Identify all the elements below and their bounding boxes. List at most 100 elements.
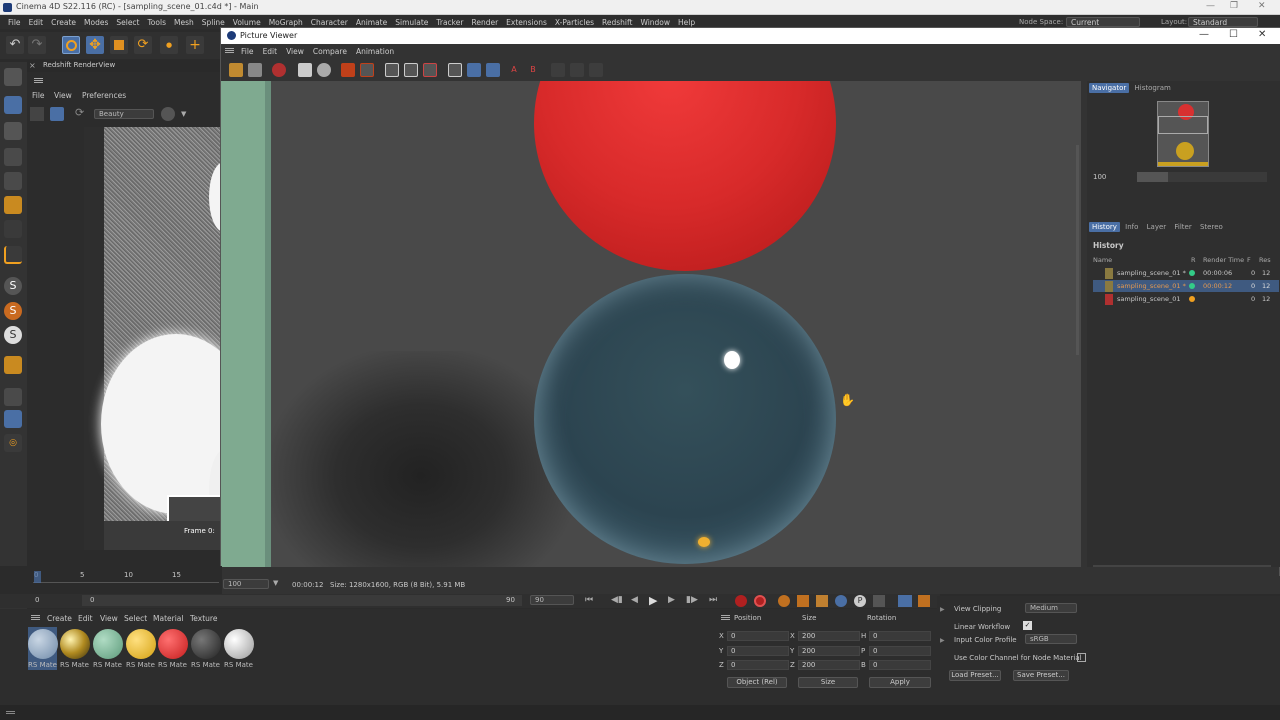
timeline-ruler[interactable]: 0 5 10 15 (0, 566, 222, 594)
pv-compare-b-icon[interactable] (404, 63, 418, 77)
key-position-icon[interactable] (797, 595, 809, 607)
scale-tool-icon[interactable] (110, 36, 128, 54)
minimize-icon[interactable]: — (1206, 1, 1215, 11)
rs-menu-view[interactable]: View (54, 91, 72, 100)
position-x-field[interactable]: 0 (727, 631, 789, 641)
object-mode-dropdown[interactable]: Object (Rel) (727, 677, 787, 688)
menu-mograph[interactable]: MoGraph (269, 18, 303, 27)
key-pla-icon[interactable] (873, 595, 885, 607)
snap-icon[interactable]: S (4, 277, 22, 295)
autokey-icon[interactable] (754, 595, 766, 607)
navigator-zoom-slider[interactable] (1137, 172, 1267, 182)
use-color-channel-checkbox[interactable] (1077, 653, 1086, 662)
menu-animate[interactable]: Animate (356, 18, 387, 27)
menu-character[interactable]: Character (311, 18, 348, 27)
pv-compare-swap-icon[interactable] (423, 63, 437, 77)
rs-dropdown-arrow-icon[interactable]: ▼ (181, 110, 186, 118)
polygons-mode-icon[interactable] (4, 196, 22, 214)
menu-modes[interactable]: Modes (84, 18, 108, 27)
expand-arrow-icon[interactable]: ▶ (940, 606, 945, 613)
coords-menu-icon[interactable] (721, 615, 730, 616)
material-swatch[interactable] (224, 629, 254, 659)
pv-scrollbar[interactable] (1076, 145, 1079, 355)
menu-help[interactable]: Help (678, 18, 695, 27)
rs-save-icon[interactable] (30, 107, 44, 121)
next-frame-icon[interactable]: ▶ (668, 595, 675, 605)
pv-menu-icon[interactable] (225, 48, 234, 49)
pv-show-b-icon[interactable]: B (526, 63, 540, 77)
panel-menu-icon[interactable] (34, 78, 43, 79)
menu-create[interactable]: Create (51, 18, 76, 27)
range-start-field[interactable]: 0 (90, 596, 94, 604)
position-y-field[interactable]: 0 (727, 646, 789, 656)
tab-stereo[interactable]: Stereo (1197, 222, 1226, 232)
linear-workflow-checkbox[interactable]: ✓ (1023, 621, 1032, 630)
menu-edit[interactable]: Edit (29, 18, 44, 27)
undo-icon[interactable]: ↶ (6, 36, 24, 54)
pv-save-icon[interactable] (248, 63, 262, 77)
input-color-profile-dropdown[interactable]: sRGB (1025, 634, 1077, 644)
timeline-window-icon[interactable] (898, 595, 912, 607)
rs-snapshot-icon[interactable] (161, 107, 175, 121)
pv-split-horizontal-icon[interactable] (486, 63, 500, 77)
pv-region-render-icon[interactable] (360, 63, 374, 77)
panel-close-icon[interactable]: × (29, 61, 36, 70)
pv-zoom-dropdown-icon[interactable]: ▼ (273, 579, 278, 587)
rs-refresh-icon[interactable]: ⟳ (75, 106, 84, 119)
playhead[interactable] (34, 571, 41, 583)
workplane-lock-icon[interactable] (4, 410, 22, 428)
col-render-time[interactable]: Render Time (1203, 256, 1244, 264)
navigator-zoom-value[interactable]: 100 (1093, 173, 1106, 181)
material-swatch[interactable] (60, 629, 90, 659)
tab-histogram[interactable]: Histogram (1132, 83, 1174, 93)
rs-render-icon[interactable] (50, 107, 64, 121)
history-row[interactable]: sampling_scene_01 * 00:00:06 0 12 (1093, 267, 1279, 279)
expand-arrow-icon[interactable]: ▶ (940, 637, 945, 644)
col-res[interactable]: Res (1259, 256, 1271, 264)
pv-compare-a-icon[interactable] (385, 63, 399, 77)
record-key-icon[interactable] (735, 595, 747, 607)
play-icon[interactable]: ▶ (649, 594, 657, 607)
keyframe-selection-icon[interactable] (778, 595, 790, 607)
pv-open-icon[interactable] (229, 63, 243, 77)
material-swatch[interactable] (93, 629, 123, 659)
next-key-icon[interactable]: ▮▶ (686, 595, 698, 605)
go-to-start-icon[interactable]: ⏮ (585, 595, 593, 605)
size-x-field[interactable]: 200 (798, 631, 860, 641)
save-preset-button[interactable]: Save Preset... (1013, 670, 1069, 681)
menu-tools[interactable]: Tools (148, 18, 166, 27)
material-swatch[interactable] (191, 629, 221, 659)
rotation-b-field[interactable]: 0 (869, 660, 931, 670)
col-r[interactable]: R (1191, 256, 1196, 264)
node-space-dropdown[interactable]: Current (Redshift) (1066, 17, 1140, 36)
add-tool-icon[interactable]: + (186, 36, 204, 54)
col-name[interactable]: Name (1093, 256, 1112, 264)
recent-tool-icon[interactable]: ● (160, 36, 178, 54)
history-row[interactable]: sampling_scene_01 0 12 (1093, 293, 1279, 305)
material-menu-icon[interactable] (31, 615, 40, 616)
history-row-selected[interactable]: sampling_scene_01 * 00:00:12 0 12 (1093, 280, 1279, 292)
pv-channels-icon[interactable] (589, 63, 603, 77)
view-clipping-dropdown[interactable]: Medium (1025, 603, 1077, 613)
select-tool-icon[interactable] (62, 36, 80, 54)
size-y-field[interactable]: 200 (798, 646, 860, 656)
menu-tracker[interactable]: Tracker (436, 18, 463, 27)
key-scale-icon[interactable] (816, 595, 828, 607)
frame-range-slider[interactable] (82, 595, 522, 606)
rotate-tool-icon[interactable]: ⟳ (134, 36, 152, 54)
col-f[interactable]: F (1247, 256, 1251, 264)
menu-extensions[interactable]: Extensions (506, 18, 547, 27)
pv-ab-compare-icon[interactable] (448, 63, 462, 77)
mat-menu-create[interactable]: Create (47, 614, 72, 623)
rs-menu-file[interactable]: File (32, 91, 45, 100)
paint-tool-icon[interactable] (4, 356, 22, 374)
pv-menu-view[interactable]: View (286, 47, 304, 56)
prev-frame-icon[interactable]: ◀ (631, 595, 638, 605)
restore-icon[interactable]: ❐ (1230, 1, 1238, 11)
menu-file[interactable]: File (8, 18, 21, 27)
menu-volume[interactable]: Volume (233, 18, 261, 27)
menu-select[interactable]: Select (116, 18, 139, 27)
menu-spline[interactable]: Spline (202, 18, 225, 27)
pv-crop-icon[interactable] (298, 63, 312, 77)
menu-xparticles[interactable]: X-Particles (555, 18, 594, 27)
